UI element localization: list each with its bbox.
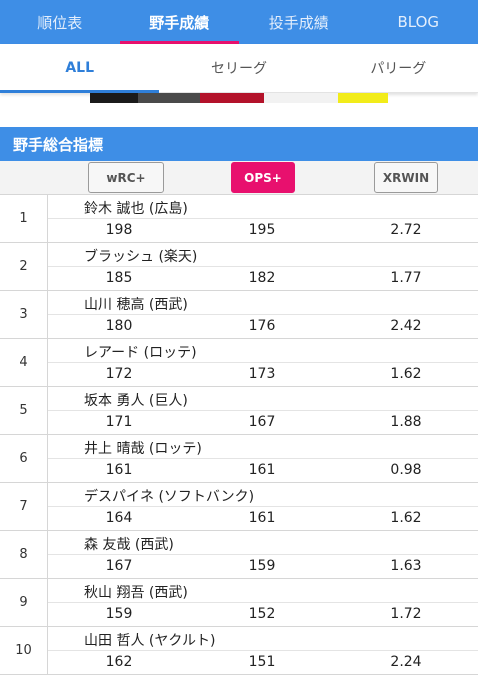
ops-value: 161: [248, 462, 276, 478]
wrc-value: 167: [105, 558, 133, 574]
xrwin-value: 0.98: [390, 462, 422, 478]
ad-banner[interactable]: [90, 93, 388, 103]
table-row[interactable]: 8 森 友哉 (西武) 167 159 1.63: [0, 531, 478, 579]
xrwin-value: 1.88: [390, 414, 422, 430]
ops-value: 176: [248, 318, 276, 334]
tab-batting-stats[interactable]: 野手成績: [119, 0, 240, 44]
player-name: 山田 哲人 (ヤクルト): [84, 633, 216, 649]
player-name: 坂本 勇人 (巨人): [84, 393, 188, 409]
row-divider: [48, 314, 478, 315]
player-name: 森 友哉 (西武): [84, 537, 174, 553]
ops-value: 167: [248, 414, 276, 430]
row-divider: [48, 218, 478, 219]
row-divider: [48, 410, 478, 411]
rank-cell: 2: [0, 243, 48, 290]
player-name: ブラッシュ (楽天): [84, 249, 198, 265]
table-row[interactable]: 6 井上 晴哉 (ロッテ) 161 161 0.98: [0, 435, 478, 483]
tab-league-all[interactable]: ALL: [0, 44, 160, 93]
wrc-value: 198: [105, 222, 133, 238]
row-divider: [48, 554, 478, 555]
xrwin-value: 2.72: [390, 222, 422, 238]
ops-value: 195: [248, 222, 276, 238]
table-row[interactable]: 5 坂本 勇人 (巨人) 171 167 1.88: [0, 387, 478, 435]
tab-blog[interactable]: BLOG: [359, 0, 478, 44]
player-name: レアード (ロッテ): [84, 345, 197, 361]
rank-cell: 3: [0, 291, 48, 338]
sort-wrc-button[interactable]: wRC+: [88, 162, 164, 193]
wrc-value: 164: [105, 510, 133, 526]
wrc-value: 172: [105, 366, 133, 382]
rank-cell: 9: [0, 579, 48, 626]
ranking-table: 1 鈴木 誠也 (広島) 198 195 2.72 2 ブラッシュ (楽天) 1…: [0, 195, 478, 675]
table-row[interactable]: 4 レアード (ロッテ) 172 173 1.62: [0, 339, 478, 387]
xrwin-value: 1.63: [390, 558, 422, 574]
league-tabs: ALL セリーグ パリーグ: [0, 44, 478, 93]
rank-cell: 10: [0, 627, 48, 674]
rank-cell: 7: [0, 483, 48, 530]
xrwin-value: 1.62: [390, 366, 422, 382]
player-name: 秋山 翔吾 (西武): [84, 585, 188, 601]
xrwin-value: 1.62: [390, 510, 422, 526]
player-name: 井上 晴哉 (ロッテ): [84, 441, 202, 457]
tab-central-league[interactable]: セリーグ: [159, 44, 318, 92]
wrc-value: 180: [105, 318, 133, 334]
rank-cell: 1: [0, 195, 48, 242]
ops-value: 161: [248, 510, 276, 526]
ops-value: 159: [248, 558, 276, 574]
player-name: デスパイネ (ソフトバンク): [84, 489, 255, 505]
rank-cell: 4: [0, 339, 48, 386]
top-navigation: 順位表 野手成績 投手成績 BLOG: [0, 0, 478, 44]
table-row[interactable]: 7 デスパイネ (ソフトバンク) 164 161 1.62: [0, 483, 478, 531]
ops-value: 151: [248, 654, 276, 670]
xrwin-value: 1.72: [390, 606, 422, 622]
wrc-value: 159: [105, 606, 133, 622]
wrc-value: 185: [105, 270, 133, 286]
rank-cell: 6: [0, 435, 48, 482]
sort-xrwin-button[interactable]: XRWIN: [374, 162, 438, 193]
ops-value: 152: [248, 606, 276, 622]
row-divider: [48, 458, 478, 459]
table-row[interactable]: 1 鈴木 誠也 (広島) 198 195 2.72: [0, 195, 478, 243]
table-row[interactable]: 2 ブラッシュ (楽天) 185 182 1.77: [0, 243, 478, 291]
ops-value: 173: [248, 366, 276, 382]
tab-standings[interactable]: 順位表: [0, 0, 120, 44]
row-divider: [48, 650, 478, 651]
rank-cell: 8: [0, 531, 48, 578]
row-divider: [48, 506, 478, 507]
wrc-value: 161: [105, 462, 133, 478]
rank-cell: 5: [0, 387, 48, 434]
tab-pitching-stats[interactable]: 投手成績: [239, 0, 359, 44]
row-divider: [48, 362, 478, 363]
tab-pacific-league[interactable]: パリーグ: [319, 44, 478, 92]
row-divider: [48, 602, 478, 603]
xrwin-value: 1.77: [390, 270, 422, 286]
xrwin-value: 2.24: [390, 654, 422, 670]
column-header-row: wRC+ OPS+ XRWIN: [0, 161, 478, 195]
table-row[interactable]: 9 秋山 翔吾 (西武) 159 152 1.72: [0, 579, 478, 627]
ops-value: 182: [248, 270, 276, 286]
table-row[interactable]: 3 山川 穂高 (西武) 180 176 2.42: [0, 291, 478, 339]
player-name: 鈴木 誠也 (広島): [84, 201, 188, 217]
wrc-value: 162: [105, 654, 133, 670]
table-row[interactable]: 10 山田 哲人 (ヤクルト) 162 151 2.24: [0, 627, 478, 675]
player-name: 山川 穂高 (西武): [84, 297, 188, 313]
row-divider: [48, 266, 478, 267]
xrwin-value: 2.42: [390, 318, 422, 334]
wrc-value: 171: [105, 414, 133, 430]
sort-ops-button[interactable]: OPS+: [231, 162, 295, 193]
section-title: 野手総合指標: [0, 127, 478, 161]
